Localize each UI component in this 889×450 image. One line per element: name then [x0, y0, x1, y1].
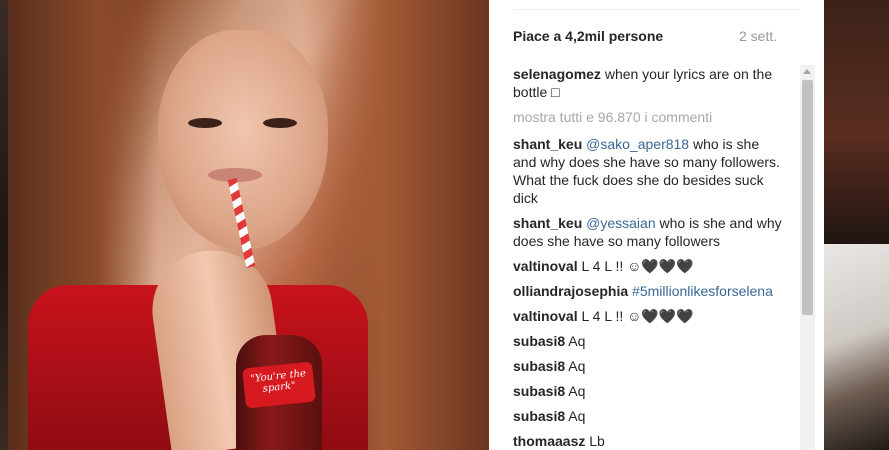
comment-item: subasi8 Aq: [513, 357, 785, 375]
comment-item: shant_keu @sako_aper818 who is she and w…: [513, 135, 785, 207]
comment-hashtag[interactable]: #5millionlikesforselena: [632, 283, 773, 299]
comments-list: selenagomez when your lyrics are on the …: [513, 65, 785, 450]
comment-username[interactable]: subasi8: [513, 383, 565, 399]
show-all-comments-link[interactable]: mostra tutti e 96.870 i commenti: [513, 108, 785, 126]
scrollbar-thumb[interactable]: [802, 80, 813, 315]
comment-text: Aq: [565, 333, 586, 349]
bottle-label: "You're the spark": [242, 361, 316, 409]
photo-bottle: "You're the spark": [236, 335, 322, 450]
comment-item: subasi8 Aq: [513, 332, 785, 350]
comment-text: L 4 L !! ☺🖤🖤🖤: [577, 308, 694, 324]
comment-item: subasi8 Aq: [513, 382, 785, 400]
comment-item: olliandrajosephia #5millionlikesforselen…: [513, 282, 785, 300]
comment-mention[interactable]: @sako_aper818: [586, 136, 689, 152]
caption: selenagomez when your lyrics are on the …: [513, 65, 785, 101]
divider: [513, 9, 800, 10]
comment-username[interactable]: subasi8: [513, 408, 565, 424]
post-photo[interactable]: "You're the spark": [8, 0, 489, 450]
photo-eye-left: [188, 118, 222, 128]
caption-username[interactable]: selenagomez: [513, 66, 601, 82]
comment-text: Aq: [565, 408, 586, 424]
comment-text: Lb: [585, 433, 605, 449]
likes-count[interactable]: Piace a 4,2mil persone: [513, 28, 663, 44]
comment-text: Aq: [565, 358, 586, 374]
post-timestamp[interactable]: 2 sett.: [739, 28, 777, 44]
comment-username[interactable]: olliandrajosephia: [513, 283, 628, 299]
comment-item: valtinoval L 4 L !! ☺🖤🖤🖤: [513, 257, 785, 275]
comment-username[interactable]: subasi8: [513, 333, 565, 349]
comment-text: Aq: [565, 383, 586, 399]
comment-item: shant_keu @yessaian who is she and why d…: [513, 214, 785, 250]
comment-username[interactable]: shant_keu: [513, 136, 582, 152]
backdrop-left: [0, 0, 8, 450]
background-thumbnail: [824, 244, 889, 450]
comment-item: valtinoval L 4 L !! ☺🖤🖤🖤: [513, 307, 785, 325]
comments-scrollbar[interactable]: [800, 65, 815, 450]
comment-text: L 4 L !! ☺🖤🖤🖤: [577, 258, 694, 274]
comment-item: thomaaasz Lb: [513, 432, 785, 450]
comment-item: subasi8 Aq: [513, 407, 785, 425]
comment-username[interactable]: shant_keu: [513, 215, 582, 231]
photo-eye-right: [263, 118, 297, 128]
comment-username[interactable]: subasi8: [513, 358, 565, 374]
backdrop-right[interactable]: [824, 0, 889, 450]
comment-mention[interactable]: @yessaian: [586, 215, 655, 231]
comment-username[interactable]: thomaaasz: [513, 433, 585, 449]
scroll-up-arrow-icon[interactable]: [803, 69, 811, 74]
comment-username[interactable]: valtinoval: [513, 258, 578, 274]
comment-username[interactable]: valtinoval: [513, 308, 578, 324]
